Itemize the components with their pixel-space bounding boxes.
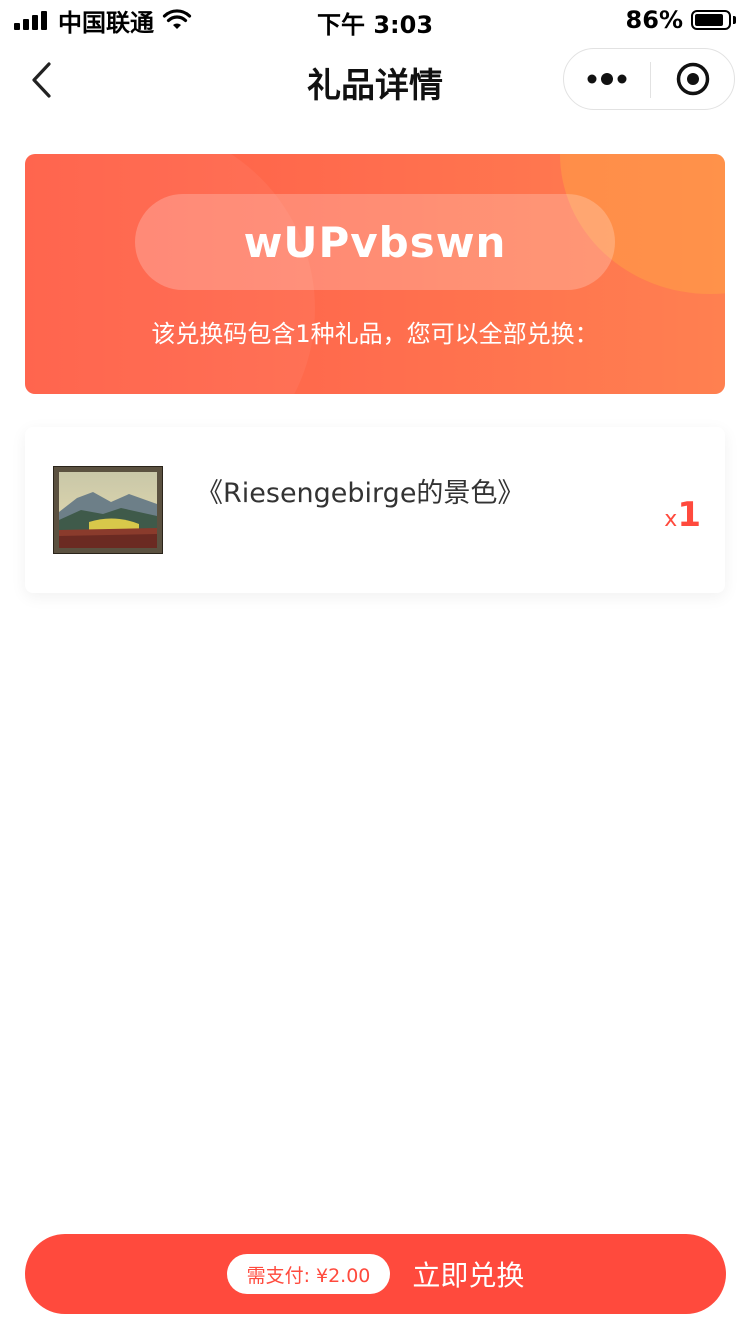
redeem-description: 该兑换码包含1种礼品，您可以全部兑换：: [151, 320, 599, 348]
gift-thumbnail: [53, 466, 163, 554]
redeem-now-button[interactable]: 需支付: ¥2.00 立即兑换: [25, 1234, 726, 1314]
landscape-painting-image: [59, 472, 157, 548]
miniprogram-capsule: [563, 48, 735, 110]
price-badge: 需支付: ¥2.00: [226, 1254, 391, 1294]
gift-quantity: x1: [664, 495, 701, 535]
page: 中国联通 下午 3:03 86% 礼品详情 wUPvbswn 该兑换码包含1种礼…: [0, 0, 750, 1334]
status-bar: 中国联通 下午 3:03 86%: [0, 0, 750, 40]
more-button[interactable]: [564, 49, 650, 109]
redeem-code: wUPvbswn: [135, 194, 615, 290]
battery-fill: [695, 14, 723, 26]
quantity-prefix: x: [664, 507, 678, 532]
battery-icon: [691, 10, 731, 30]
target-circle-icon: [676, 62, 710, 96]
gift-name: 《Riesengebirge的景色》: [196, 478, 525, 509]
battery-cap: [733, 16, 736, 24]
gift-item[interactable]: 《Riesengebirge的景色》 x1: [25, 427, 725, 593]
status-right: 86%: [625, 6, 736, 34]
more-dots-icon: [587, 73, 627, 85]
nav-bar: 礼品详情: [0, 40, 750, 120]
battery-percent: 86%: [625, 6, 683, 34]
close-miniprogram-button[interactable]: [651, 49, 735, 109]
redeem-now-label: 立即兑换: [412, 1259, 525, 1292]
redeem-code-card: wUPvbswn 该兑换码包含1种礼品，您可以全部兑换：: [25, 154, 725, 394]
quantity-value: 1: [677, 495, 701, 535]
